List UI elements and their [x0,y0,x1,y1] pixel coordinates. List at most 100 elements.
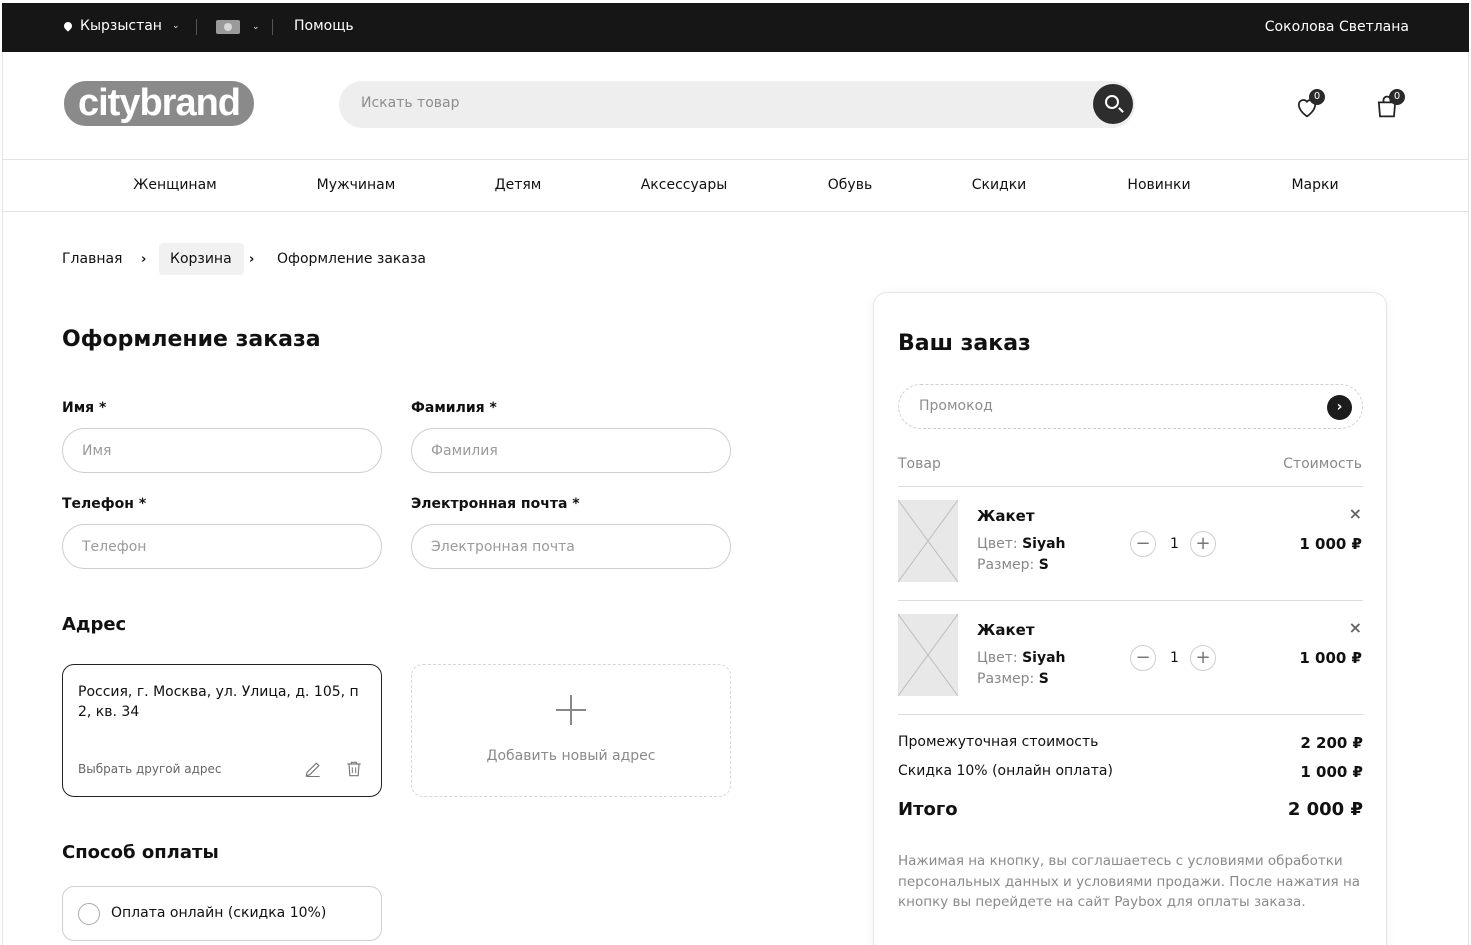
item-quantity: 1 [1170,650,1179,666]
item-color-label: Цвет: [977,650,1018,666]
email-label: Электронная почта * [411,496,580,512]
breadcrumb-cart[interactable]: Корзина [170,251,232,267]
cart-count: 0 [1389,89,1405,105]
remove-item-close-icon[interactable]: × [1349,618,1362,637]
item-size-value: S [1038,557,1049,573]
product-image-placeholder[interactable] [898,500,958,582]
language-selector[interactable]: ⌄ [216,20,260,34]
payment-title: Способ оплаты [62,842,219,863]
item-color-value: Siyah [1022,536,1066,552]
divider [272,19,273,35]
nav-item-brands[interactable]: Марки [1291,177,1338,193]
phone-input[interactable] [62,524,382,569]
divider [898,486,1363,487]
trash-icon[interactable] [344,759,364,779]
subtotal-label: Промежуточная стоимость [898,734,1099,750]
item-quantity: 1 [1170,536,1179,552]
item-size-label: Размер: [977,671,1035,687]
product-image-placeholder[interactable] [898,614,958,696]
page-border [2,212,3,945]
search-input[interactable] [361,95,1061,111]
email-input[interactable] [411,524,731,569]
edit-pencil-icon[interactable] [303,759,323,779]
decrease-quantity-button[interactable]: − [1130,645,1156,671]
search-icon [1105,95,1119,109]
nav-item-women[interactable]: Женщинам [133,177,216,193]
nav-item-accessories[interactable]: Аксессуары [641,177,728,193]
nav-item-shoes[interactable]: Обувь [828,177,872,193]
image-placeholder-icon [898,500,958,582]
site-header: citybrand 0 0 [2,52,1469,160]
remove-item-close-icon[interactable]: × [1349,504,1362,523]
main-nav: Женщинам Мужчинам Детям Аксессуары Обувь… [2,160,1469,212]
item-color: Цвет: Siyah [977,536,1065,552]
flag-icon [216,20,240,34]
payment-option-online[interactable]: Оплата онлайн (скидка 10%) [62,886,382,941]
chevron-down-icon: ⌄ [252,22,260,32]
promo-code-input[interactable] [919,398,1299,414]
item-color-label: Цвет: [977,536,1018,552]
add-new-address-label: Добавить новый адрес [486,748,656,764]
item-name[interactable]: Жакет [977,621,1035,639]
nav-item-kids[interactable]: Детям [495,177,542,193]
page-title: Оформление заказа [62,327,321,352]
phone-label: Телефон * [62,496,147,512]
column-header-product: Товар [898,456,941,472]
help-link[interactable]: Помощь [294,18,354,34]
wishlist-count: 0 [1309,89,1325,105]
promo-code-field: › [898,384,1363,429]
page-border [1468,212,1469,945]
image-placeholder-icon [898,614,958,696]
address-title: Адрес [62,614,127,635]
total-row: Итого 2 000 ₽ [898,799,1363,820]
first-name-label: Имя * [62,400,107,416]
increase-quantity-button[interactable]: + [1190,531,1216,557]
first-name-input[interactable] [62,428,382,473]
cart-button[interactable]: 0 [1371,89,1405,123]
increase-quantity-button[interactable]: + [1190,645,1216,671]
nav-item-men[interactable]: Мужчинам [317,177,396,193]
country-selector[interactable]: Кырзыстан ⌄ [62,18,180,34]
column-header-price: Стоимость [1283,456,1362,472]
decrease-quantity-button[interactable]: − [1130,531,1156,557]
add-new-address-button[interactable]: Добавить новый адрес [411,664,731,797]
brand-logo[interactable]: citybrand [64,81,254,126]
last-name-input[interactable] [411,428,731,473]
item-size-label: Размер: [977,557,1035,573]
terms-note: Нажимая на кнопку, вы соглашаетесь с усл… [898,851,1368,913]
address-card[interactable]: Россия, г. Москва, ул. Улица, д. 105, п … [62,664,382,797]
nav-item-sale[interactable]: Скидки [972,177,1027,193]
discount-row: Скидка 10% (онлайн оплата) 1 000 ₽ [898,763,1363,781]
search-button[interactable] [1093,84,1133,124]
address-text: Россия, г. Москва, ул. Улица, д. 105, п … [78,684,359,720]
order-summary-card: Ваш заказ › Товар Стоимость Жакет Цвет: … [873,292,1387,945]
terms-note-text: для оплаты заказа. [1162,894,1306,910]
subtotal-row: Промежуточная стоимость 2 200 ₽ [898,734,1363,752]
country-label: Кырзыстан [80,18,162,34]
item-price: 1 000 ₽ [1299,535,1362,553]
choose-other-address-link[interactable]: Выбрать другой адрес [78,762,221,776]
apply-promo-button[interactable]: › [1327,395,1352,420]
item-color-value: Siyah [1022,650,1066,666]
wishlist-button[interactable]: 0 [1291,89,1325,123]
item-size: Размер: S [977,557,1049,573]
terms-of-sale-link[interactable]: условиями продажи [1076,874,1221,890]
total-label: Итого [898,799,958,820]
item-price: 1 000 ₽ [1299,649,1362,667]
discount-value: 1 000 ₽ [1300,763,1363,781]
radio-button[interactable] [78,903,100,925]
divider [196,19,197,35]
paybox-link[interactable]: Paybox [1114,894,1162,910]
top-bar: Кырзыстан ⌄ ⌄ Помощь Соколова Светлана [2,3,1469,52]
item-size-value: S [1038,671,1049,687]
item-name[interactable]: Жакет [977,507,1035,525]
chevron-down-icon: ⌄ [171,21,180,31]
divider [898,600,1363,601]
discount-label: Скидка 10% (онлайн оплата) [898,763,1113,779]
nav-item-new[interactable]: Новинки [1127,177,1190,193]
breadcrumb-home[interactable]: Главная [62,251,122,267]
order-title: Ваш заказ [898,331,1031,356]
divider [898,714,1363,715]
chevron-right-icon: › [141,252,147,267]
user-name-link[interactable]: Соколова Светлана [1265,19,1409,35]
